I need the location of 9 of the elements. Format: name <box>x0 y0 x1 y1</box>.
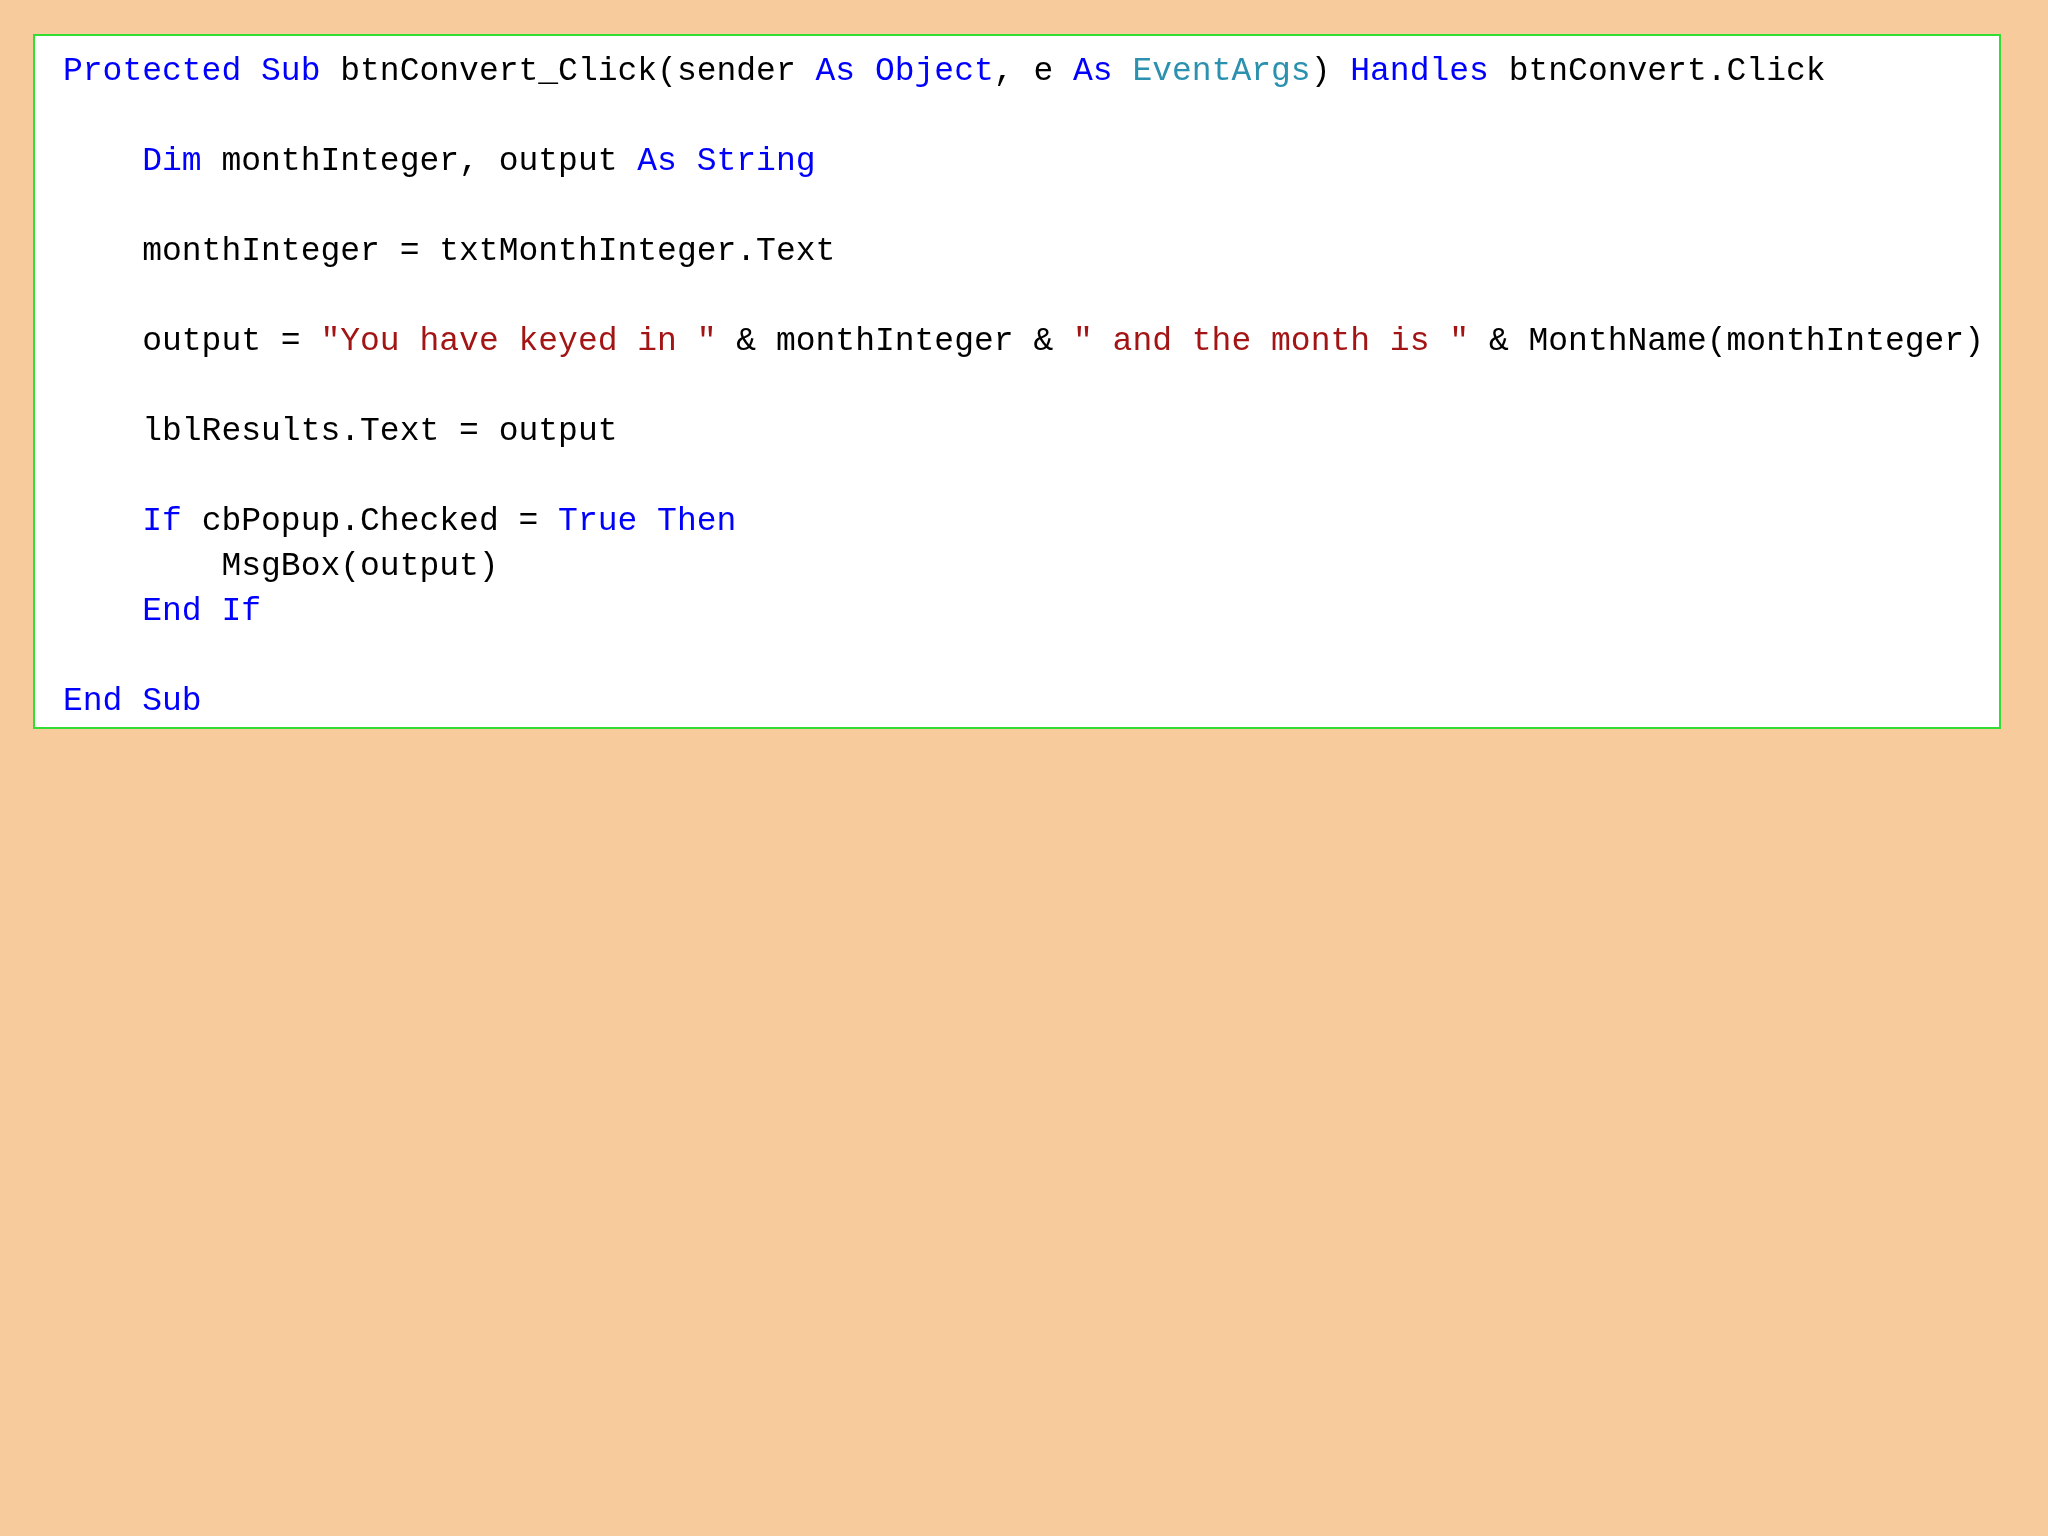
code-line: output = "You have keyed in " & monthInteger & " and the month is " & MonthName(monthInteger) <box>141 322 1984 362</box>
code-line: Protected Sub btnConvert_Click(sender As Object, e As EventArgs) Handles btnConvert.Click <box>63 52 1826 92</box>
code-line: End Sub <box>63 682 202 722</box>
code-line: Dim monthInteger, output As String <box>141 142 816 182</box>
code-line: If cbPopup.Checked = True Then <box>141 502 737 542</box>
code-line: MsgBox(output) <box>220 547 499 587</box>
code-line: monthInteger = txtMonthInteger.Text <box>141 232 836 272</box>
code-line: lblResults.Text = output <box>141 412 618 452</box>
code-line: End If <box>141 592 262 632</box>
